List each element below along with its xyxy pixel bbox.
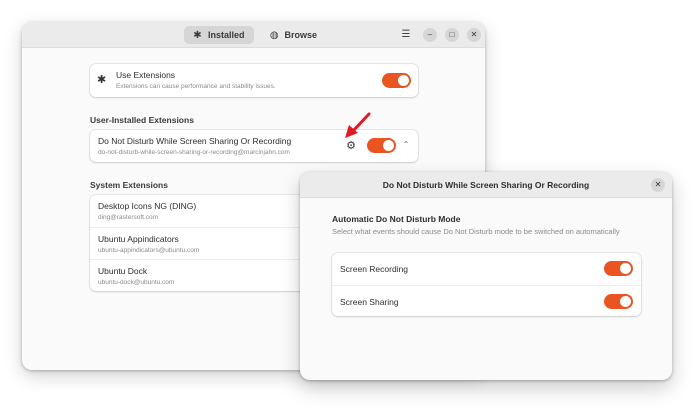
extension-id: do-not-disturb-while-screen-sharing-or-r…: [98, 149, 290, 156]
extension-name: Ubuntu Appindicators: [98, 234, 179, 244]
tab-installed[interactable]: ✱ Installed: [184, 26, 254, 44]
toggle-knob: [620, 296, 631, 307]
extension-toggle[interactable]: [367, 138, 396, 153]
globe-icon: ◍: [269, 29, 279, 41]
screen-recording-toggle[interactable]: [604, 261, 633, 276]
annotation-arrow-icon: [345, 112, 371, 138]
option-label: Screen Sharing: [340, 297, 399, 307]
main-menu-icon[interactable]: ☰: [400, 29, 412, 41]
extension-name: Do Not Disturb While Screen Sharing Or R…: [98, 136, 292, 146]
tab-installed-label: Installed: [208, 30, 245, 40]
toggle-knob: [620, 263, 631, 274]
extension-id: ubuntu-appindicators@ubuntu.com: [98, 247, 200, 254]
option-label: Screen Recording: [340, 264, 409, 274]
prefs-options-list: Screen Recording Screen Sharing: [332, 253, 641, 316]
extension-preferences-window: Do Not Disturb While Screen Sharing Or R…: [300, 172, 672, 380]
chevron-up-icon[interactable]: ⌃: [401, 139, 411, 151]
extension-name: Desktop Icons NG (DING): [98, 201, 197, 211]
gear-icon[interactable]: ⚙: [345, 140, 357, 152]
user-extensions-heading: User-Installed Extensions: [90, 115, 194, 125]
use-extensions-row: ✱ Use Extensions Extensions can cause pe…: [90, 64, 418, 97]
tab-browse-label: Browse: [284, 30, 317, 40]
toggle-knob: [383, 140, 394, 151]
system-extensions-heading: System Extensions: [90, 180, 168, 190]
minimize-button[interactable]: –: [423, 28, 437, 42]
header-bar: ✱ Installed ◍ Browse ☰ – □ ✕: [22, 22, 485, 48]
prefs-group-title: Automatic Do Not Disturb Mode: [332, 214, 461, 224]
prefs-group-description: Select what events should cause Do Not D…: [332, 227, 620, 236]
puzzle-icon: ✱: [193, 29, 202, 41]
use-extensions-toggle[interactable]: [382, 73, 411, 88]
tab-browse[interactable]: ◍ Browse: [261, 26, 325, 44]
extension-id: ding@rastersoft.com: [98, 214, 159, 221]
toggle-knob: [398, 75, 409, 86]
use-extensions-title: Use Extensions: [116, 70, 176, 80]
screen-sharing-toggle[interactable]: [604, 294, 633, 309]
maximize-button[interactable]: □: [445, 28, 459, 42]
extension-id: ubuntu-dock@ubuntu.com: [98, 279, 175, 286]
puzzle-icon: ✱: [97, 74, 107, 86]
option-screen-recording: Screen Recording: [332, 253, 641, 284]
extension-name: Ubuntu Dock: [98, 266, 148, 276]
prefs-header-bar: Do Not Disturb While Screen Sharing Or R…: [300, 172, 672, 198]
close-button[interactable]: ✕: [467, 28, 481, 42]
option-screen-sharing: Screen Sharing: [332, 285, 641, 316]
use-extensions-subtitle: Extensions can cause performance and sta…: [116, 83, 276, 90]
prefs-title: Do Not Disturb While Screen Sharing Or R…: [382, 180, 590, 190]
prefs-close-button[interactable]: ✕: [651, 178, 665, 192]
